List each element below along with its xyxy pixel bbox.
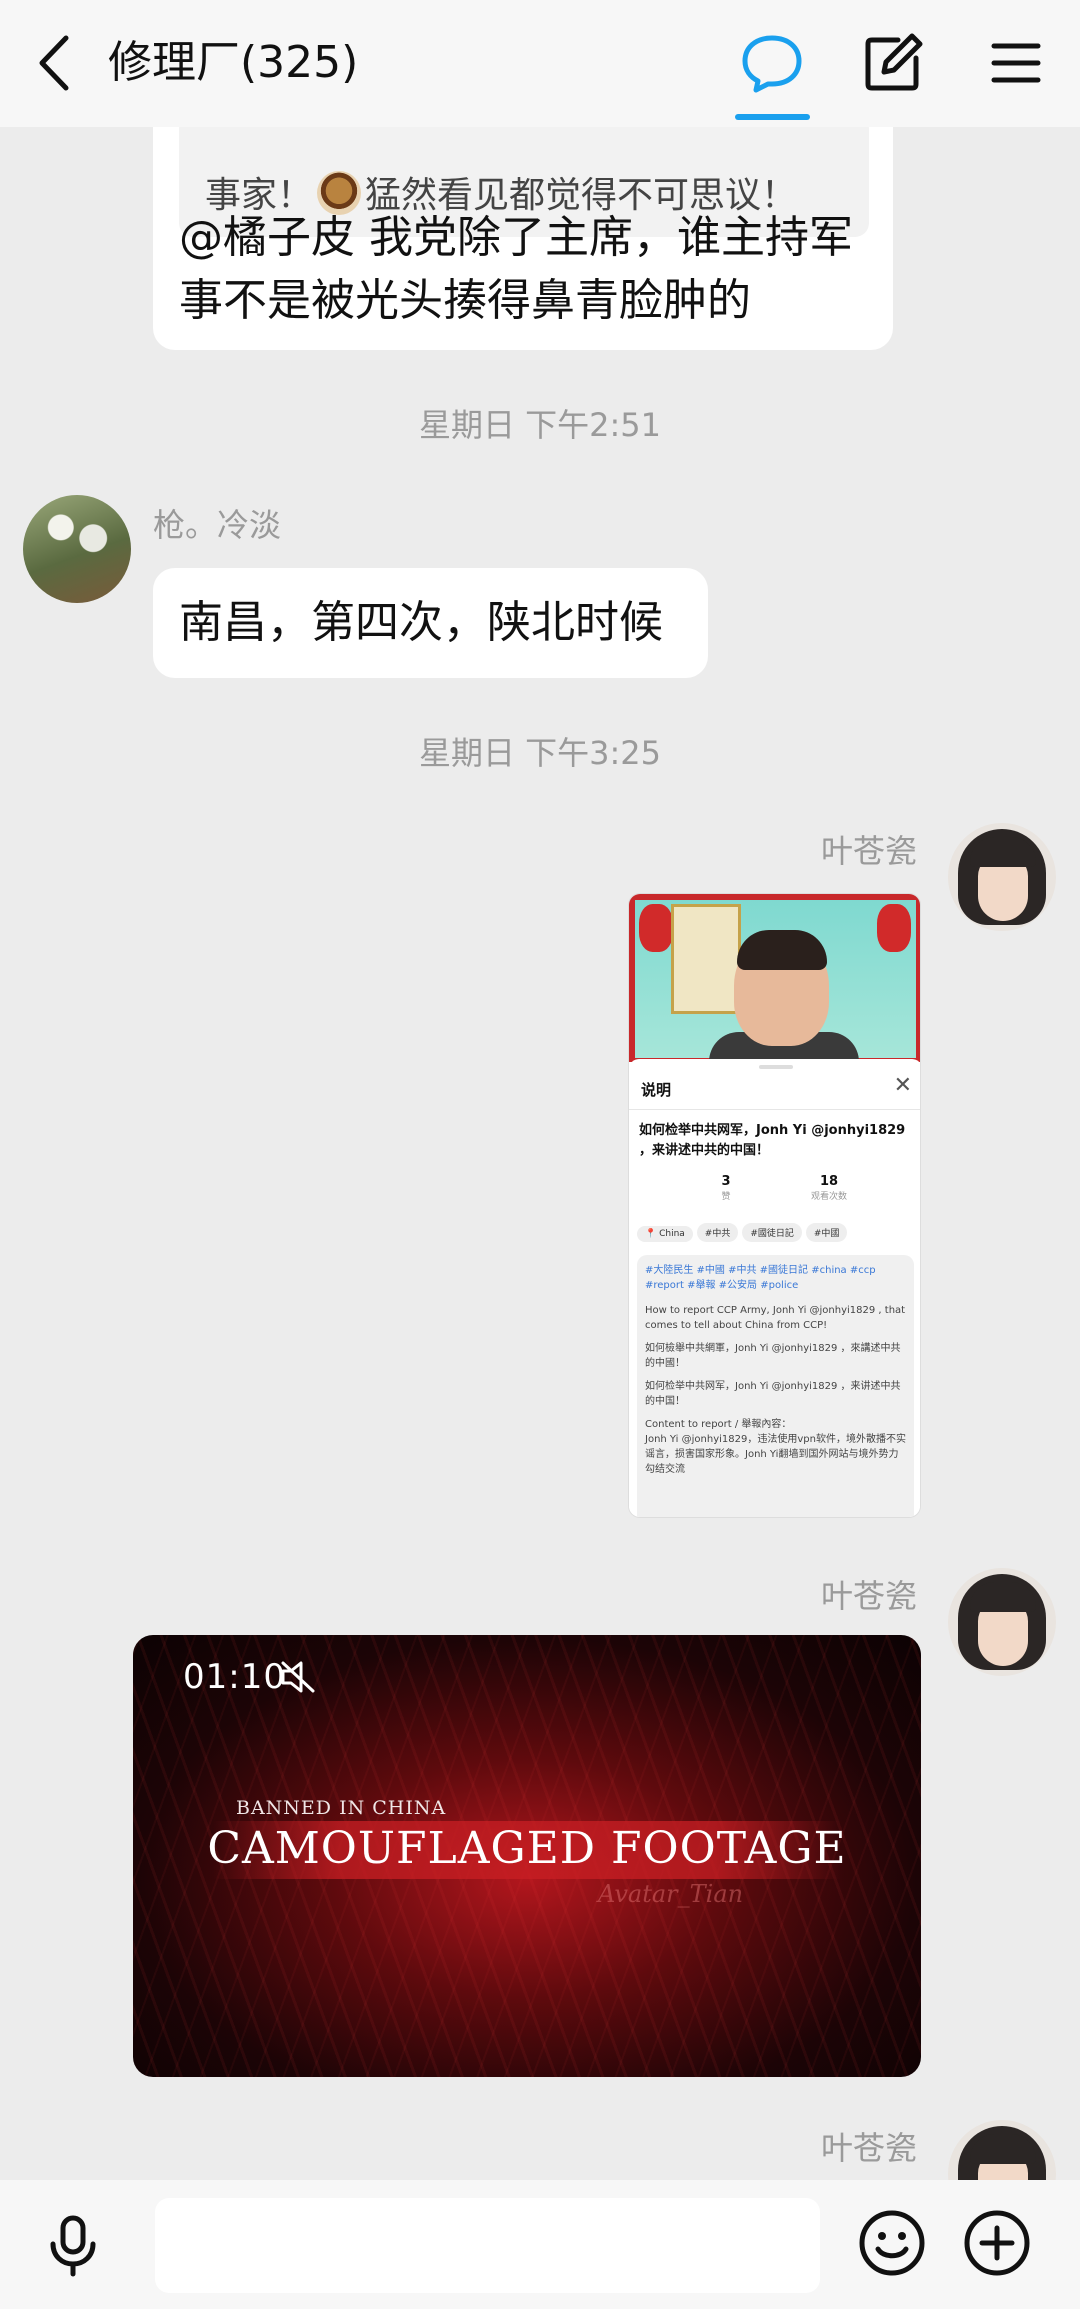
video-watermark: Avatar_Tian: [598, 1880, 744, 1908]
message-input[interactable]: [155, 2198, 820, 2293]
tags: 📍 China #中共 #國徒日記 #中國: [637, 1221, 920, 1245]
sender-name: 叶苍瓷: [820, 832, 917, 870]
menu-button[interactable]: [980, 28, 1050, 98]
active-tab-indicator: [735, 114, 810, 120]
chat-title: 修理厂(325): [108, 37, 359, 88]
chat-tab-button[interactable]: [737, 28, 807, 98]
emoji-icon: [859, 2210, 925, 2276]
sender-name: 叶苍瓷: [820, 1577, 917, 1615]
panel-title: 说明: [641, 1081, 672, 1099]
stats: 3 赞 18 观看次数: [721, 1174, 847, 1202]
timestamp: 星期日 下午2:51: [418, 406, 662, 444]
image-message[interactable]: 说明 ✕ 如何检举中共网军，Jonh Yi @jonhyi1829 ，来讲述中共…: [628, 893, 921, 1518]
video-title: CAMOUFLAGED FOOTAGE: [207, 1823, 847, 1874]
message-bubble[interactable]: 南昌，第四次，陕北时候: [153, 568, 708, 678]
avatar[interactable]: [948, 823, 1056, 931]
sender-name: 叶苍瓷: [820, 2129, 917, 2167]
sender-name: 枪。冷淡: [153, 506, 282, 544]
description: #大陸民生 #中國 #中共 #國徒日記 #china #ccp #report …: [637, 1255, 914, 1517]
video-thumbnail: [629, 894, 920, 1062]
back-arrow-icon: [39, 35, 69, 91]
avatar[interactable]: [23, 495, 131, 603]
plus-icon: [964, 2210, 1030, 2276]
input-bar: [0, 2180, 1080, 2309]
close-icon: ✕: [893, 1073, 912, 1098]
message-text: 南昌，第四次，陕北时候: [179, 597, 663, 648]
header: 修理厂(325): [0, 0, 1080, 127]
location-tag: 📍 China: [637, 1226, 693, 1242]
description-panel: 说明 ✕ 如何检举中共网军，Jonh Yi @jonhyi1829 ，来讲述中共…: [629, 1059, 920, 1517]
chat-bubble-icon: [742, 35, 802, 93]
video-subtitle: BANNED IN CHINA: [236, 1797, 447, 1819]
back-button[interactable]: [30, 30, 80, 96]
avatar[interactable]: [948, 1568, 1056, 1676]
message-text: @橘子皮 我党除了主席，谁主持军事不是被光头揍得鼻青脸肿的: [179, 212, 853, 326]
edit-icon: [865, 33, 923, 91]
video-duration: 01:10: [183, 1657, 286, 1697]
video-title: 如何检举中共网军，Jonh Yi @jonhyi1829 ，来讲述中共的中国！: [639, 1123, 906, 1158]
edit-button[interactable]: [858, 28, 928, 98]
timestamp: 星期日 下午3:25: [418, 734, 662, 772]
voice-button[interactable]: [38, 2210, 108, 2280]
microphone-icon: [50, 2215, 96, 2277]
menu-icon: [991, 43, 1041, 83]
video-message[interactable]: 01:10 BANNED IN CHINA CAMOUFLAGED FOOTAG…: [133, 1635, 921, 2077]
mute-icon[interactable]: [279, 1659, 319, 1695]
plus-button[interactable]: [960, 2206, 1034, 2280]
emoji-button[interactable]: [855, 2206, 929, 2280]
